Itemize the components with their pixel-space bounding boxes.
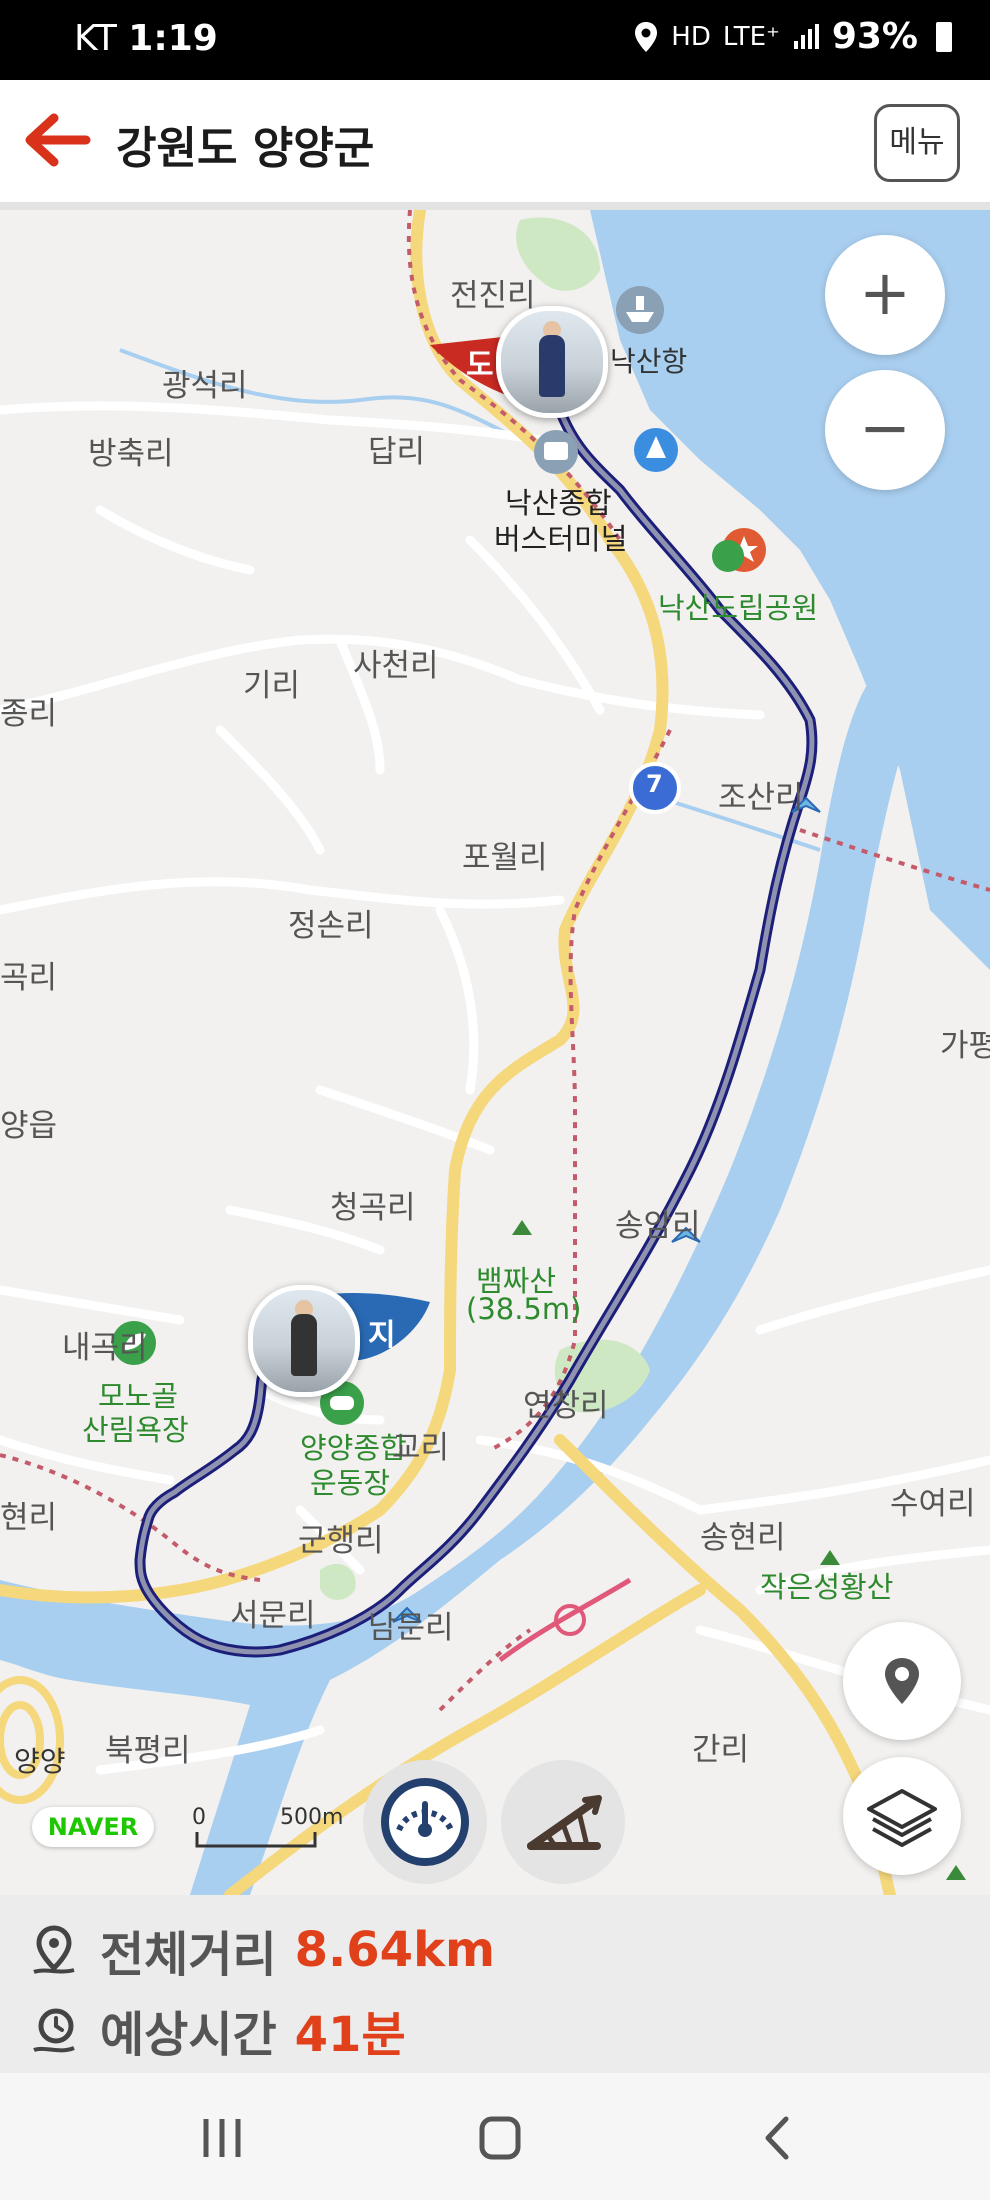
map-label-yangyang-ic: 양양 [14,1745,66,1778]
signal-icon [793,23,819,49]
system-nav-bar [0,2073,990,2200]
zoom-in-button[interactable]: + [825,235,945,355]
end-flag-label: 지 [368,1318,396,1353]
map-label-songhyeon: 송현리 [700,1520,786,1556]
time-value: 41분 [294,2007,406,2063]
naver-logo: NAVER [32,1807,154,1847]
time-label: 예상시간 [100,2007,277,2063]
person-figure [291,1314,317,1376]
speed-button[interactable] [363,1760,487,1884]
scale-start: 0 [192,1805,206,1830]
map-label-dap: 답리 [368,434,426,470]
map-label-nae: 내곡리 [62,1330,148,1366]
carrier-label: KT [74,18,117,59]
status-left: KT 1:19 [74,18,218,59]
map-label-suyeo: 수여리 [890,1486,976,1522]
map-label-jori: 종리 [0,696,58,732]
map-label-cheonggok: 청곡리 [330,1190,416,1226]
slope-icon [527,1795,602,1850]
route7-label: 7 [646,770,663,798]
menu-button[interactable]: 메뉴 [874,104,960,182]
distance-value: 8.64km [294,1922,496,1978]
map-label-bangchuk: 방축리 [88,436,174,472]
layers-button[interactable] [843,1757,961,1875]
map-label-monogol-2: 산림욕장 [82,1413,189,1447]
map-label-bukpyeong: 북평리 [105,1733,191,1769]
map-label-jeongson: 정손리 [288,908,374,944]
map-label-nammun: 남문리 [368,1610,454,1646]
home-icon[interactable] [470,2113,530,2163]
status-right: HD LTE⁺ 93% [633,16,952,57]
recent-apps-icon[interactable] [192,2113,252,2163]
map-label-gajang: 가평 [940,1028,990,1064]
map-label-gyori: 교리 [392,1430,450,1466]
map-label-powol: 포월리 [462,840,548,876]
map-label-naksan-port: 낙산항 [610,345,688,378]
map-view[interactable]: 전진리 낙산항 광석리 방축리 답리 낙산종합 버스터미널 낙산도립공원 기리 … [0,210,990,1895]
map-label-gwangseok: 광석리 [162,368,248,404]
status-bar: KT 1:19 HD LTE⁺ 93% [0,0,990,80]
route-info-panel: 전체거리 8.64km 예상시간 41분 [0,1895,990,2073]
battery-percent: 93% [831,16,918,57]
current-location-button[interactable] [843,1622,961,1740]
map-label-seomun: 서문리 [230,1598,316,1634]
distance-label: 전체거리 [100,1927,277,1983]
hd-icon: HD [671,21,711,52]
map-label-gunhaeng: 군행리 [298,1523,384,1559]
map-label-ganri: 간리 [692,1732,750,1768]
map-label-terminal-2: 버스터미널 [494,522,628,556]
location-pin-icon [885,1658,919,1704]
map-label-hyeon: 현리 [0,1500,58,1536]
map-label-yangeup: 양읍 [0,1108,58,1144]
start-flag-label: 도 [466,348,494,383]
slope-button[interactable] [501,1760,625,1884]
time-row: 예상시간 41분 [30,1995,406,2065]
map-label-naksan-park: 낙산도립공원 [658,591,819,625]
map-label-josan: 조산리 [718,780,804,816]
map-label-giri: 기리 [243,668,301,704]
map-label-stadium-2: 운동장 [310,1466,391,1500]
app-bar: 강원도 양양군 메뉴 [0,80,990,210]
layers-icon [867,1789,937,1847]
back-arrow-icon[interactable] [20,110,92,170]
start-photo-marker[interactable] [496,306,608,418]
speedometer-icon [381,1778,469,1866]
battery-icon [936,21,952,52]
distance-row: 전체거리 8.64km [30,1915,495,1985]
map-label-sacheon: 사천리 [353,648,439,684]
network-label: LTE⁺ [722,21,780,52]
map-label-gok: 곡리 [0,960,58,996]
system-back-icon[interactable] [748,2113,808,2163]
map-label-baemjae-2: (38.5m) [466,1292,582,1326]
distance-pin-icon [33,1925,75,1974]
clock-route-icon [33,2008,75,2053]
map-label-songam: 송암리 [615,1208,701,1244]
page-title: 강원도 양양군 [116,123,375,174]
location-status-icon [635,21,658,52]
map-label-yeonchang: 연창리 [523,1388,609,1424]
clock: 1:19 [128,18,218,59]
scale-end: 500m [280,1805,344,1830]
end-photo-marker[interactable] [248,1285,360,1397]
map-label-jakeunseong: 작은성황산 [760,1570,894,1604]
zoom-out-button[interactable]: − [825,370,945,490]
map-label-jeonjin: 전진리 [450,278,536,314]
person-figure [539,335,565,397]
